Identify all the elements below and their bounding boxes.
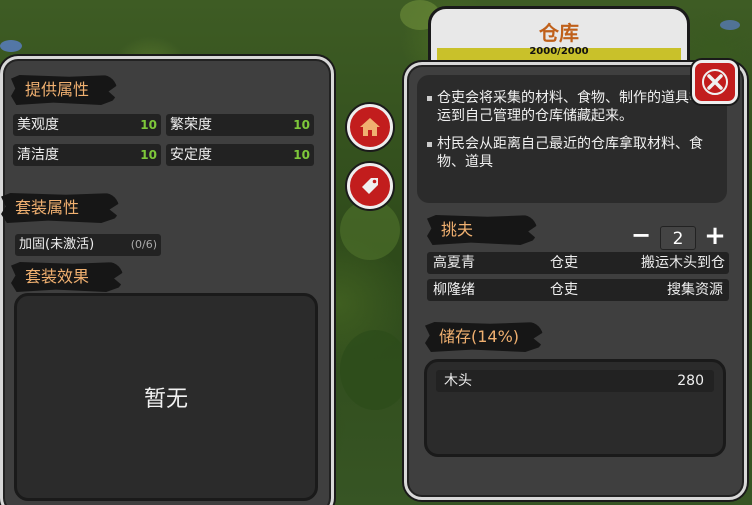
- porter-task: 搜集资源: [667, 282, 723, 298]
- close-button[interactable]: [692, 60, 738, 104]
- home-button[interactable]: [347, 104, 393, 150]
- provide-attrs-header: 提供属性: [11, 75, 117, 105]
- set-attrs-header: 套装属性: [1, 193, 119, 223]
- empty-text: 暂无: [143, 387, 188, 412]
- storage-item[interactable]: 木头 280: [436, 370, 714, 392]
- porter-minus-button[interactable]: −: [629, 223, 653, 249]
- porter-name: 高夏青: [433, 255, 475, 271]
- description-box: 仓吏会将采集的材料、食物、制作的道具等搬运到自己管理的仓库储藏起来。 村民会从距…: [417, 75, 727, 203]
- porter-role: 仓吏: [550, 255, 578, 271]
- attr-cleanliness: 清洁度 10: [13, 144, 161, 166]
- set-bonus-item[interactable]: 加固(未激活) (0/6): [15, 234, 161, 256]
- porter-task: 搬运木头到仓: [641, 255, 725, 271]
- storage-item-name: 木头: [444, 373, 472, 389]
- description-line-1: 仓吏会将采集的材料、食物、制作的道具等搬运到自己管理的仓库储藏起来。: [427, 89, 717, 125]
- home-icon: [360, 118, 380, 136]
- storage-item-amount: 280: [677, 373, 704, 389]
- attr-beauty: 美观度 10: [13, 114, 161, 136]
- porter-count: 2: [660, 226, 696, 250]
- porter-name: 柳隆绪: [433, 282, 475, 298]
- set-bonus-count: (0/6): [130, 238, 157, 251]
- tag-button[interactable]: [347, 163, 393, 209]
- capacity-text: 2000/2000: [529, 46, 589, 57]
- warehouse-title-tab: 仓库 2000/2000: [428, 6, 690, 64]
- attr-stability: 安定度 10: [166, 144, 314, 166]
- warehouse-panel: 仓吏会将采集的材料、食物、制作的道具等搬运到自己管理的仓库储藏起来。 村民会从距…: [404, 62, 747, 500]
- porters-header: 挑夫: [427, 215, 537, 245]
- building-attributes-panel: 提供属性 美观度 10 繁荣度 10 清洁度 10 安定度 10 套装属性 加固…: [0, 56, 334, 505]
- porter-row[interactable]: 高夏青 仓吏 搬运木头到仓: [427, 252, 729, 274]
- porter-plus-button[interactable]: +: [703, 223, 727, 249]
- page-title: 仓库: [539, 21, 579, 45]
- capacity-bar: 2000/2000: [437, 46, 681, 60]
- description-line-2: 村民会从距离自己最近的仓库拿取材料、食物、道具: [427, 135, 717, 171]
- storage-box: 木头 280: [424, 359, 726, 457]
- attr-prosperity: 繁荣度 10: [166, 114, 314, 136]
- tag-icon: [362, 178, 378, 194]
- set-effect-header: 套装效果: [11, 262, 123, 292]
- porter-role: 仓吏: [550, 282, 578, 298]
- set-effect-box: 暂无: [14, 293, 318, 501]
- storage-header: 储存(14%): [425, 322, 543, 352]
- close-icon: [702, 69, 728, 95]
- porter-row[interactable]: 柳隆绪 仓吏 搜集资源: [427, 279, 729, 301]
